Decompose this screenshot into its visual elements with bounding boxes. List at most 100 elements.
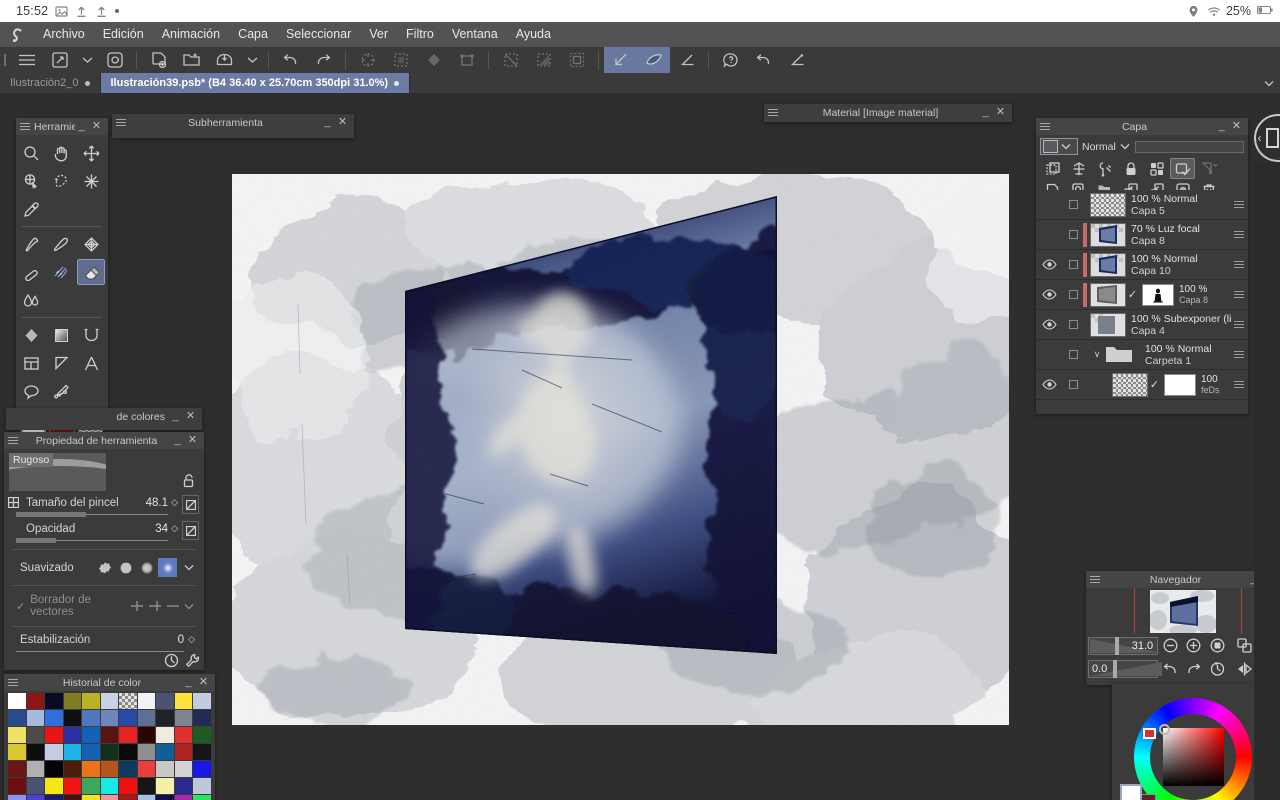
decoration-tool[interactable] xyxy=(47,259,75,285)
deselect-icon[interactable] xyxy=(494,47,527,73)
move-down-left-icon[interactable] xyxy=(604,47,637,73)
zoom-value-field[interactable]: 31.0 xyxy=(1088,636,1162,655)
vector-eraser-row[interactable]: ✓ Borrador de vectores xyxy=(4,591,204,621)
color-history-swatch[interactable] xyxy=(100,693,119,709)
layer-mask-thumbnail[interactable] xyxy=(1142,283,1174,306)
rotate-left-icon[interactable] xyxy=(1160,658,1181,679)
new-canvas-icon[interactable] xyxy=(43,47,76,73)
folder-expand-chevron-icon[interactable]: ∨ xyxy=(1090,349,1104,360)
hamburger-menu-icon[interactable] xyxy=(10,47,43,73)
subtool-panel-titlebar[interactable]: Subherramienta _ ✕ xyxy=(112,114,354,131)
zoom-out-icon[interactable] xyxy=(1160,635,1181,656)
minimize-button[interactable]: _ xyxy=(171,435,184,446)
grid-icon[interactable] xyxy=(8,497,19,508)
color-history-swatch[interactable] xyxy=(156,727,174,743)
tools-panel-titlebar[interactable]: Herramie _ ✕ xyxy=(16,118,108,135)
close-button[interactable]: ✕ xyxy=(1230,121,1243,132)
color-history-swatch[interactable] xyxy=(26,744,45,760)
layer-visibility-toggle[interactable] xyxy=(1036,379,1063,390)
layer-checkbox[interactable] xyxy=(1063,260,1083,269)
color-history-swatch[interactable] xyxy=(45,710,63,726)
color-history-swatch[interactable] xyxy=(45,761,63,777)
layer-row-menu-icon[interactable] xyxy=(1232,351,1248,358)
invert-selection-icon[interactable] xyxy=(527,47,560,73)
layer-thumbnail[interactable] xyxy=(1104,343,1140,367)
color-history-swatch[interactable] xyxy=(100,727,119,743)
color-history-swatch[interactable] xyxy=(137,727,156,743)
color-history-swatch[interactable] xyxy=(82,761,100,777)
minimize-button[interactable]: _ xyxy=(169,411,182,422)
menu-animacion[interactable]: Animación xyxy=(153,22,229,47)
opacity-dynamics-button[interactable] xyxy=(182,521,199,540)
figure-tool[interactable] xyxy=(77,322,105,348)
color-history-swatch[interactable] xyxy=(156,744,174,760)
smoothing-chevron-down-icon[interactable] xyxy=(179,558,198,577)
color-history-titlebar[interactable]: Historial de color _ ✕ xyxy=(4,674,215,691)
color-history-swatch[interactable] xyxy=(26,761,45,777)
ruler-tool[interactable] xyxy=(47,350,75,376)
layer-checkbox[interactable] xyxy=(1063,380,1083,389)
pen-tool[interactable] xyxy=(17,231,45,257)
color-history-swatch[interactable] xyxy=(82,710,100,726)
blend-mode-dropdown[interactable]: Normal xyxy=(1082,141,1131,153)
clip-to-layer-icon[interactable] xyxy=(1040,158,1065,179)
stabilization-value[interactable]: 0 xyxy=(178,634,184,646)
layer-checkbox[interactable] xyxy=(1063,320,1083,329)
minimize-button[interactable]: _ xyxy=(979,107,992,118)
tab-modified-dot[interactable] xyxy=(394,80,400,86)
toolbar-grip[interactable] xyxy=(0,47,10,73)
smoothing-softest-option[interactable] xyxy=(158,558,177,577)
color-history-swatch[interactable] xyxy=(119,727,137,743)
layer-checkbox[interactable] xyxy=(1063,290,1083,299)
color-history-swatch[interactable] xyxy=(45,778,63,794)
color-history-swatch[interactable] xyxy=(82,693,100,709)
stabilization-stepper[interactable]: ◇ xyxy=(188,634,195,645)
layer-row-menu-icon[interactable] xyxy=(1232,321,1248,328)
color-history-swatch[interactable] xyxy=(174,778,193,794)
vector-eraser-check[interactable]: ✓ xyxy=(16,600,25,613)
opacity-slider[interactable] xyxy=(16,537,168,544)
layer-mask-enable-icon[interactable] xyxy=(1170,158,1195,179)
color-history-swatch[interactable] xyxy=(63,761,82,777)
panel-menu-icon[interactable] xyxy=(764,109,782,116)
pencil-tool[interactable] xyxy=(47,231,75,257)
panel-menu-icon[interactable] xyxy=(1086,576,1104,583)
color-history-swatch[interactable] xyxy=(8,727,26,743)
color-history-swatch[interactable] xyxy=(156,761,174,777)
color-history-swatch[interactable] xyxy=(8,744,26,760)
smoothing-hard-option[interactable] xyxy=(95,558,114,577)
color-history-swatch[interactable] xyxy=(82,778,100,794)
vector-eraser-option-2-icon[interactable] xyxy=(148,600,162,612)
vector-eraser-option-3-icon[interactable] xyxy=(166,600,180,612)
brush-size-dynamics-button[interactable] xyxy=(182,495,199,514)
layer-row-menu-icon[interactable] xyxy=(1232,381,1248,388)
color-history-swatch[interactable] xyxy=(82,727,100,743)
layer-row-menu-icon[interactable] xyxy=(1232,201,1248,208)
lock-layer-icon[interactable] xyxy=(1118,158,1143,179)
angle-icon[interactable] xyxy=(670,47,703,73)
layer-row-menu-icon[interactable] xyxy=(1232,291,1248,298)
frame-border-tool[interactable] xyxy=(17,350,45,376)
minimize-button[interactable]: _ xyxy=(321,117,334,128)
color-history-swatch[interactable] xyxy=(8,693,26,709)
menu-ventana[interactable]: Ventana xyxy=(443,22,507,47)
opacity-value[interactable]: 34 xyxy=(155,523,168,535)
color-history-swatch[interactable] xyxy=(119,795,137,800)
color-history-swatch[interactable] xyxy=(137,710,156,726)
brush-size-row[interactable]: Tamaño del pincel 48.1 ◇ xyxy=(4,495,204,514)
panel-menu-icon[interactable] xyxy=(1036,123,1054,130)
transform-icon[interactable] xyxy=(450,47,483,73)
rotation-value-field[interactable]: 0.0 xyxy=(1088,659,1162,678)
color-history-swatch[interactable] xyxy=(156,795,174,800)
vector-eraser-option-1-icon[interactable] xyxy=(130,600,144,612)
blend-tool[interactable] xyxy=(17,287,45,313)
layer-thumbnail[interactable] xyxy=(1112,372,1148,397)
stabilization-slider[interactable] xyxy=(16,648,184,655)
auto-select-tool[interactable] xyxy=(77,168,105,194)
smoothing-soft-option[interactable] xyxy=(137,558,156,577)
hue-cursor[interactable] xyxy=(1159,724,1170,735)
layer-row-menu-icon[interactable] xyxy=(1232,231,1248,238)
color-history-swatch[interactable] xyxy=(174,710,193,726)
color-history-swatch[interactable] xyxy=(137,744,156,760)
color-history-swatch[interactable] xyxy=(119,693,137,709)
